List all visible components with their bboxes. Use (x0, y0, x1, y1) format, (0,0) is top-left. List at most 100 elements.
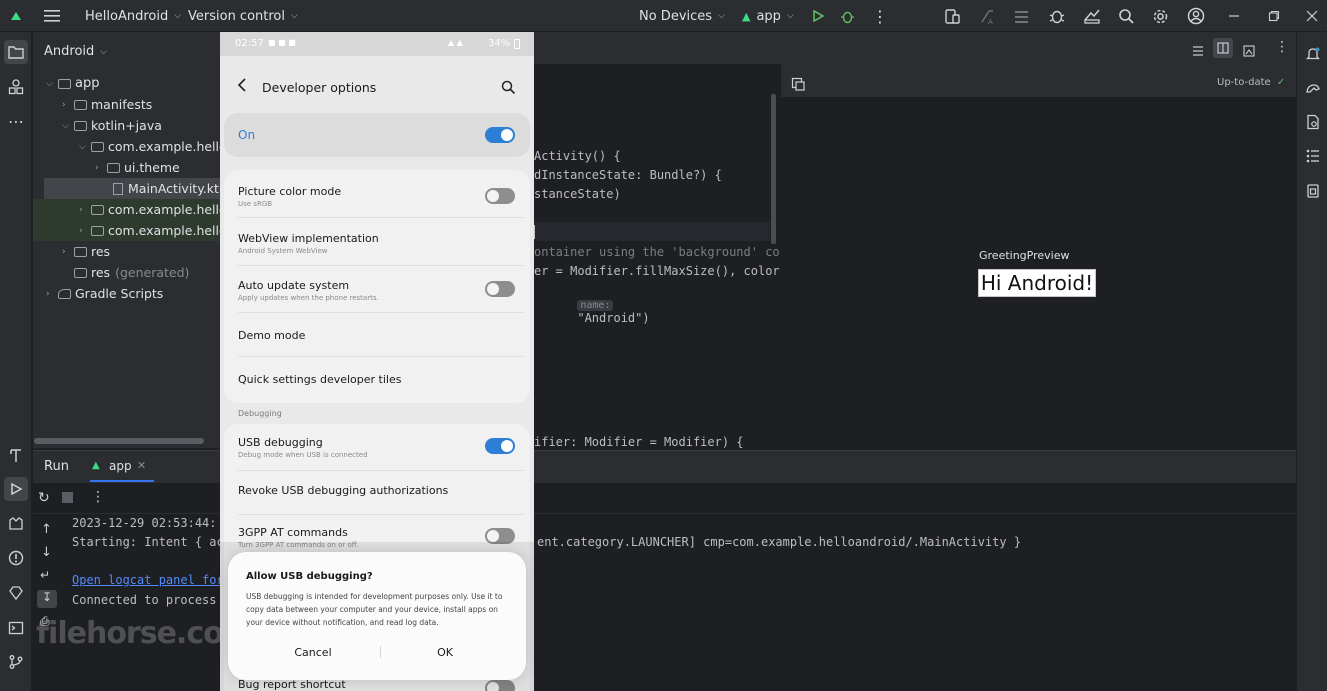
scroll-to-end-icon[interactable]: ↧ (37, 590, 57, 608)
preview-canvas[interactable]: GreetingPreview Hi Android! (781, 97, 1296, 448)
vcs-menu[interactable]: Version control ⌵ (188, 0, 298, 32)
title-bar: HelloAndroid ⌵ Version control ⌵ No Devi… (0, 0, 1327, 32)
git-branch-icon[interactable] (4, 650, 28, 674)
project-tool-icon[interactable] (4, 40, 28, 64)
logcat-icon[interactable] (4, 512, 28, 536)
problems-icon[interactable] (4, 546, 28, 570)
build-icon[interactable] (4, 443, 28, 467)
split-view-icon[interactable] (1213, 38, 1233, 58)
minimize-icon[interactable] (1228, 0, 1240, 32)
apply-changes-icon[interactable]: A (979, 0, 996, 32)
emulator-icon[interactable] (1301, 179, 1325, 203)
more-tools-icon[interactable]: ⋯ (4, 109, 28, 133)
setting-revoke-usb-auth[interactable]: Revoke USB debugging authorizations (224, 471, 530, 514)
setting-demo-mode[interactable]: Demo mode (224, 313, 530, 356)
code-editor[interactable]: Activity() { dInstanceState: Bundle?) { … (534, 64, 794, 449)
run-more-icon[interactable]: ⋮ (91, 489, 105, 505)
dialog-title: Allow USB debugging? (246, 571, 373, 582)
setting-picture-color-mode[interactable]: Picture color mode Use sRGB (224, 170, 530, 216)
usb-debugging-toggle[interactable] (485, 438, 515, 454)
setting-usb-debugging[interactable]: USB debugging Debug mode when USB is con… (224, 424, 530, 470)
project-selector[interactable]: HelloAndroid ⌵ (85, 0, 181, 32)
dialog-cancel-button[interactable]: Cancel (268, 640, 358, 664)
tree-item-package[interactable]: ⌵ com.example.helloan (79, 136, 242, 157)
master-toggle-switch[interactable] (485, 127, 515, 143)
device-manager-icon[interactable] (944, 0, 961, 32)
auto-update-toggle[interactable] (485, 281, 515, 297)
search-icon[interactable] (1118, 0, 1135, 32)
master-toggle-row[interactable]: On (224, 113, 530, 157)
setting-title: Revoke USB debugging authorizations (238, 484, 449, 497)
resource-manager-icon[interactable] (4, 75, 28, 99)
terminal-icon[interactable] (4, 616, 28, 640)
editor-more-icon[interactable]: ⋮ (1275, 39, 1289, 55)
tree-item-gradle-scripts[interactable]: › Gradle Scripts (46, 283, 163, 304)
rerun-icon[interactable]: ↻ (38, 490, 50, 506)
close-tab-icon[interactable]: ✕ (137, 459, 146, 472)
tree-label: manifests (91, 97, 153, 112)
sync-icon[interactable] (1013, 0, 1030, 32)
tree-item-mainactivity[interactable]: MainActivity.kt (113, 178, 219, 199)
design-view-icon[interactable] (1243, 42, 1255, 61)
device-explorer-icon[interactable] (1301, 110, 1325, 134)
tree-item-package-test[interactable]: › com.example.helloan (79, 220, 242, 241)
debug-button[interactable] (840, 0, 855, 32)
setting-auto-update-system[interactable]: Auto update system Apply updates when th… (224, 266, 530, 312)
code-line: dInstanceState: Bundle?) { (534, 168, 722, 182)
project-horizontal-scrollbar[interactable] (34, 438, 204, 444)
restore-icon[interactable] (1268, 0, 1280, 32)
scroll-up-icon[interactable]: ↑ (41, 522, 52, 537)
close-icon[interactable] (1306, 0, 1318, 32)
package-icon (91, 225, 104, 236)
gradle-icon[interactable] (1301, 76, 1325, 100)
run-config-selector[interactable]: ▲ app ⌵ (742, 0, 794, 32)
setting-quick-settings-tiles[interactable]: Quick settings developer tiles (224, 357, 530, 401)
gear-icon[interactable] (1152, 0, 1169, 32)
account-icon[interactable] (1187, 0, 1205, 32)
sync-gradle-icon[interactable] (1083, 0, 1101, 32)
settings-group: Picture color mode Use sRGB WebView impl… (224, 170, 530, 403)
more-actions-icon[interactable]: ⋮ (872, 0, 888, 32)
back-icon[interactable] (237, 77, 247, 97)
current-line-highlight (534, 222, 770, 241)
tree-label: ui.theme (124, 160, 180, 175)
collapse-arrow-icon: › (46, 288, 50, 299)
bug-icon[interactable] (1048, 0, 1066, 32)
run-button[interactable] (811, 0, 825, 32)
project-view-selector[interactable]: Android ⌵ (44, 41, 107, 62)
tab-app[interactable]: ▲ app ✕ (90, 451, 154, 482)
expand-arrow-icon: ⌵ (46, 78, 53, 89)
scroll-down-icon[interactable]: ↓ (41, 545, 52, 560)
app-logo-icon[interactable] (9, 0, 23, 32)
tree-item-manifests[interactable]: › manifests (62, 94, 152, 115)
collapse-arrow-icon: › (79, 225, 83, 236)
package-icon (91, 141, 104, 152)
preview-toolbar-icon[interactable] (791, 76, 805, 95)
app-quality-icon[interactable] (4, 581, 28, 605)
notifications-icon[interactable] (1301, 42, 1325, 66)
code-view-icon[interactable] (1192, 42, 1204, 61)
picture-color-mode-toggle[interactable] (485, 188, 515, 204)
setting-title: 3GPP AT commands (238, 526, 348, 539)
main-menu-icon[interactable] (44, 0, 60, 32)
tree-item-res[interactable]: › res (62, 241, 110, 262)
open-logcat-link[interactable]: Open logcat panel for (72, 573, 224, 587)
svg-text:A: A (988, 18, 993, 25)
greeting-preview-render[interactable]: Hi Android! (978, 269, 1096, 297)
tree-item-kotlin-java[interactable]: ⌵ kotlin+java (62, 115, 162, 136)
editor-vertical-scrollbar[interactable] (771, 94, 776, 244)
run-tool-icon[interactable] (4, 477, 28, 501)
tree-item-ui-theme[interactable]: › ui.theme (95, 157, 180, 178)
structure-icon[interactable] (1301, 144, 1325, 168)
tree-item-package-android-test[interactable]: › com.example.helloan (79, 199, 242, 220)
tree-item-res-generated[interactable]: res (generated) (74, 262, 189, 283)
setting-title: Auto update system (238, 279, 350, 292)
setting-webview-implementation[interactable]: WebView implementation Android System We… (224, 218, 530, 264)
run-tab-title[interactable]: Run (44, 459, 69, 474)
device-selector[interactable]: No Devices ⌵ (639, 0, 725, 32)
dialog-ok-button[interactable]: OK (400, 640, 490, 664)
tree-item-app[interactable]: ⌵ app (46, 73, 99, 94)
stop-icon[interactable] (62, 492, 73, 503)
phone-search-icon[interactable] (501, 80, 516, 99)
soft-wrap-icon[interactable]: ↵ (40, 568, 50, 582)
